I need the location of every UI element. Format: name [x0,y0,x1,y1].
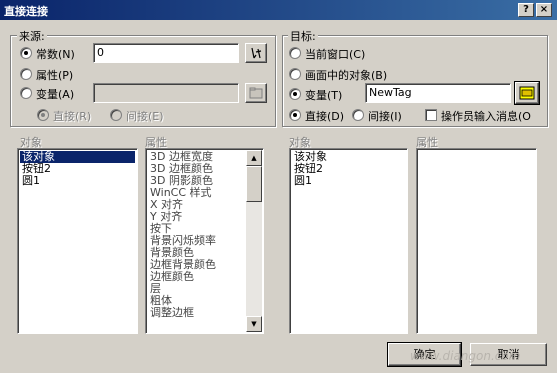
constant-input[interactable]: 0 [93,43,239,63]
source-variable-label: 变量(A) [36,88,75,101]
source-objects-list[interactable]: 该对象 按钮2 圆1 [17,148,138,334]
edit-value-icon [251,47,262,59]
operator-message-checkbox[interactable] [425,109,437,121]
tag-select-button[interactable] [514,81,540,105]
tag-select-icon [519,86,535,100]
target-direct-label: 直接(D) [305,110,345,123]
constant-label: 常数(N) [36,48,75,61]
property-label: 属性(P) [36,69,74,82]
target-properties-list[interactable] [416,148,537,334]
target-indirect-label: 间接(I) [368,110,402,123]
object-in-screen-label: 画面中的对象(B) [305,69,388,82]
target-variable-radio[interactable] [289,88,301,100]
source-variable-browse-button[interactable] [245,83,267,103]
source-variable-radio[interactable] [20,87,32,99]
scroll-down-button[interactable]: ▼ [246,316,262,332]
target-objects-list[interactable]: 该对象 按钮2 圆1 [289,148,408,334]
list-item[interactable]: 边框颜色 [148,271,245,283]
source-direct-label: 直接(R) [53,110,92,123]
operator-message-label: 操作员输入消息(O [441,110,531,123]
list-item[interactable]: 调整边框 [148,307,245,319]
scroll-thumb[interactable] [246,166,262,202]
source-legend: 来源: [17,28,47,44]
target-variable-label: 变量(T) [305,89,343,102]
watermark: www.diangon.com [410,349,521,363]
target-variable-input[interactable]: NewTag [365,83,511,103]
close-button[interactable]: × [536,3,552,17]
list-item[interactable]: 圆1 [20,175,135,187]
property-radio[interactable] [20,68,32,80]
target-direct-radio[interactable] [289,109,301,121]
target-legend: 目标: [288,28,318,44]
target-indirect-radio[interactable] [352,109,364,121]
constant-edit-button[interactable] [245,43,267,63]
source-direct-radio[interactable] [37,109,49,121]
constant-radio[interactable] [20,47,32,59]
scroll-up-button[interactable]: ▲ [246,150,262,166]
properties-scrollbar[interactable]: ▲ ▼ [246,150,262,332]
folder-icon [249,87,263,99]
source-indirect-radio[interactable] [110,109,122,121]
window-title: 直接连接 [4,5,48,18]
source-variable-input[interactable] [93,83,239,103]
current-window-label: 当前窗口(C) [305,48,366,61]
source-indirect-label: 间接(E) [126,110,164,123]
help-button[interactable]: ? [518,3,534,17]
list-item[interactable]: 圆1 [292,175,405,187]
current-window-radio[interactable] [289,47,301,59]
title-bar: 直接连接 ? × [0,0,557,20]
object-in-screen-radio[interactable] [289,68,301,80]
